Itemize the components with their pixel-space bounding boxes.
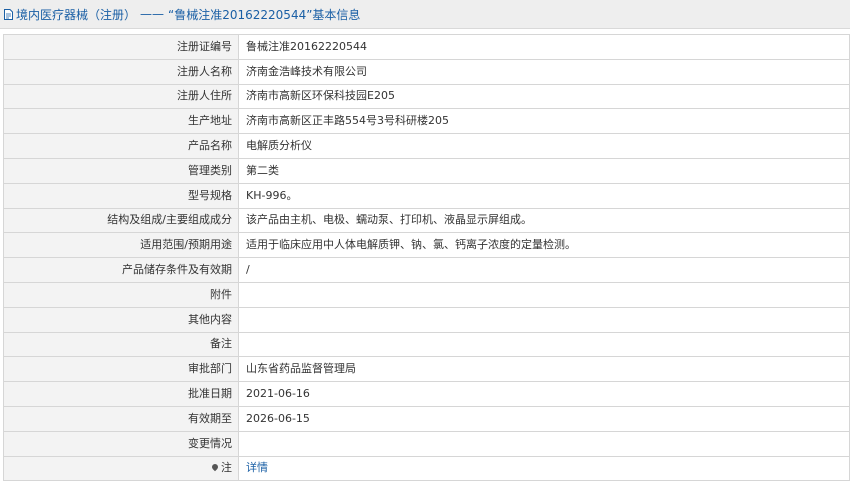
- row-label-text: 注册证编号: [177, 39, 232, 53]
- table-row: 其他内容: [3, 306, 850, 333]
- page-header: 境内医疗器械（注册） —— “鲁械注准20162220544”基本信息: [0, 0, 850, 29]
- row-label-text: 附件: [210, 287, 232, 301]
- row-label-remarks: 备注: [3, 331, 239, 358]
- table-row: 产品储存条件及有效期 /: [3, 257, 850, 283]
- row-label-text: 生产地址: [188, 114, 232, 128]
- row-value-note[interactable]: 详情: [238, 455, 850, 481]
- header-separator: ——: [140, 7, 165, 21]
- table-row: 审批部门 山东省药品监督管理局: [3, 356, 850, 383]
- table-row: 注详情: [3, 455, 850, 481]
- row-label-text: 型号规格: [188, 188, 232, 202]
- row-label-product-name: 产品名称: [3, 133, 239, 159]
- table-row: 注册人名称 济南金浩峰技术有限公司: [3, 58, 850, 85]
- row-value-registrant-address: 济南市高新区环保科技园E205: [238, 83, 850, 110]
- row-label-text: 审批部门: [188, 362, 232, 376]
- row-value-remarks: [238, 331, 850, 358]
- row-label-text: 注册人住所: [177, 89, 232, 103]
- table-row: 附件: [3, 281, 850, 308]
- pin-icon: [210, 463, 220, 472]
- info-table-wrapper: 注册证编号 鲁械注准20162220544 注册人名称 济南金浩峰技术有限公司 注册人住…: [0, 29, 850, 481]
- row-label-text: 有效期至: [188, 411, 232, 425]
- table-row: 适用范围/预期用途 适用于临床应用中人体电解质钾、钠、氯、钙离子浓度的定量检测。: [3, 232, 850, 259]
- row-label-registrant-address: 注册人住所: [3, 83, 239, 110]
- row-label-text: 其他内容: [188, 312, 232, 326]
- row-value-management-category: 第二类: [238, 157, 850, 184]
- row-value-attachment: [238, 281, 850, 308]
- row-label-text: 备注: [210, 337, 232, 351]
- table-row: 型号规格 KH-996。: [3, 182, 850, 209]
- row-label-text: 注册人名称: [177, 64, 232, 78]
- row-label-intended-use: 适用范围/预期用途: [3, 232, 239, 259]
- row-label-text: 结构及组成/主要组成成分: [107, 213, 232, 227]
- table-row: 备注: [3, 331, 850, 358]
- table-row: 注册证编号 鲁械注准20162220544: [3, 34, 850, 60]
- row-label-model-spec: 型号规格: [3, 182, 239, 209]
- document-icon: [4, 8, 13, 20]
- row-label-note: 注: [3, 455, 239, 481]
- table-row: 批准日期 2021-06-16: [3, 381, 850, 407]
- row-value-registrant-name: 济南金浩峰技术有限公司: [238, 58, 850, 85]
- row-label-structure: 结构及组成/主要组成成分: [3, 207, 239, 234]
- row-label-approval-dept: 审批部门: [3, 356, 239, 383]
- row-value-structure: 该产品由主机、电极、蠕动泵、打印机、液晶显示屏组成。: [238, 207, 850, 234]
- row-label-other: 其他内容: [3, 306, 239, 333]
- row-label-registrant-name: 注册人名称: [3, 58, 239, 85]
- table-row: 注册人住所 济南市高新区环保科技园E205: [3, 83, 850, 110]
- row-label-change-status: 变更情况: [3, 430, 239, 457]
- row-label-production-address: 生产地址: [3, 108, 239, 135]
- table-row: 有效期至 2026-06-15: [3, 405, 850, 432]
- row-label-text: 注: [221, 461, 232, 475]
- table-row: 结构及组成/主要组成成分 该产品由主机、电极、蠕动泵、打印机、液晶显示屏组成。: [3, 207, 850, 234]
- row-value-registration-number: 鲁械注准20162220544: [238, 34, 850, 60]
- row-value-other: [238, 306, 850, 333]
- row-label-attachment: 附件: [3, 281, 239, 308]
- row-value-production-address: 济南市高新区正丰路554号3号科研楼205: [238, 108, 850, 135]
- row-label-expiry-date: 有效期至: [3, 405, 239, 432]
- row-value-storage: /: [238, 257, 850, 283]
- row-label-text: 变更情况: [188, 436, 232, 450]
- row-value-intended-use: 适用于临床应用中人体电解质钾、钠、氯、钙离子浓度的定量检测。: [238, 232, 850, 259]
- info-table: 注册证编号 鲁械注准20162220544 注册人名称 济南金浩峰技术有限公司 注册人住…: [3, 34, 850, 481]
- row-label-approval-date: 批准日期: [3, 381, 239, 407]
- row-value-approval-dept: 山东省药品监督管理局: [238, 356, 850, 383]
- table-row: 生产地址 济南市高新区正丰路554号3号科研楼205: [3, 108, 850, 135]
- row-label-text: 管理类别: [188, 163, 232, 177]
- row-label-storage: 产品储存条件及有效期: [3, 257, 239, 283]
- row-label-registration-number: 注册证编号: [3, 34, 239, 60]
- row-label-text: 产品名称: [188, 139, 232, 153]
- row-value-expiry-date: 2026-06-15: [238, 405, 850, 432]
- table-row: 管理类别 第二类: [3, 157, 850, 184]
- row-value-product-name: 电解质分析仪: [238, 133, 850, 159]
- row-label-text: 批准日期: [188, 387, 232, 401]
- row-label-text: 适用范围/预期用途: [140, 238, 232, 252]
- table-row: 变更情况: [3, 430, 850, 457]
- row-value-model-spec: KH-996。: [238, 182, 850, 209]
- row-value-approval-date: 2021-06-16: [238, 381, 850, 407]
- row-value-change-status: [238, 430, 850, 457]
- header-subtitle: “鲁械注准20162220544”基本信息: [168, 7, 361, 22]
- table-row: 产品名称 电解质分析仪: [3, 133, 850, 159]
- row-label-text: 产品储存条件及有效期: [122, 263, 232, 277]
- row-label-management-category: 管理类别: [3, 157, 239, 184]
- header-title: 境内医疗器械（注册）: [16, 7, 137, 22]
